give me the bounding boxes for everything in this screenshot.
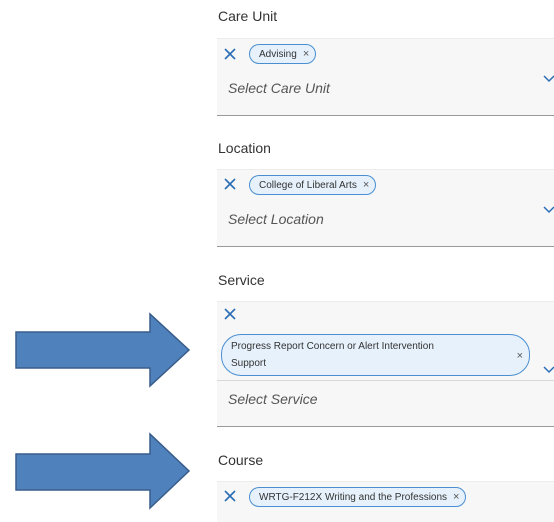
location-chip: College of Liberal Arts × [249,175,377,195]
care-unit-chip: Advising × [249,44,317,64]
service-chip: Progress Report Concern or Alert Interve… [221,334,530,376]
location-label: Location [218,140,271,156]
service-chip-remove-icon[interactable]: × [517,348,523,365]
service-placeholder[interactable]: Select Service [228,391,317,407]
care-unit-placeholder[interactable]: Select Care Unit [228,80,330,96]
course-label: Course [218,452,264,468]
service-chevron-down-icon[interactable] [543,361,554,379]
service-chip-label-line1: Progress Report Concern or Alert Interve… [231,341,434,352]
care-unit-label: Care Unit [218,8,278,24]
service-clear-icon[interactable] [224,308,236,320]
course-chip-label: WRTG-F212X Writing and the Professions [259,491,448,503]
course-clear-icon[interactable] [224,490,236,502]
location-placeholder[interactable]: Select Location [228,211,324,227]
service-arrow-right-icon [15,312,191,388]
care-unit-chip-remove-icon[interactable]: × [303,48,309,60]
service-label: Service [218,272,265,288]
care-unit-clear-icon[interactable] [224,48,236,60]
location-chip-label: College of Liberal Arts [259,179,357,191]
location-chevron-down-icon[interactable] [543,201,554,219]
service-chip-label-line2: Support [231,358,267,369]
location-clear-icon[interactable] [224,178,236,190]
course-chip-remove-icon[interactable]: × [453,491,459,503]
course-arrow-right-icon [15,432,191,510]
service-divider [217,380,554,381]
care-unit-chip-label: Advising [259,48,297,60]
course-chip: WRTG-F212X Writing and the Professions × [249,487,467,507]
care-unit-chevron-down-icon[interactable] [543,70,554,88]
location-chip-remove-icon[interactable]: × [363,179,369,191]
